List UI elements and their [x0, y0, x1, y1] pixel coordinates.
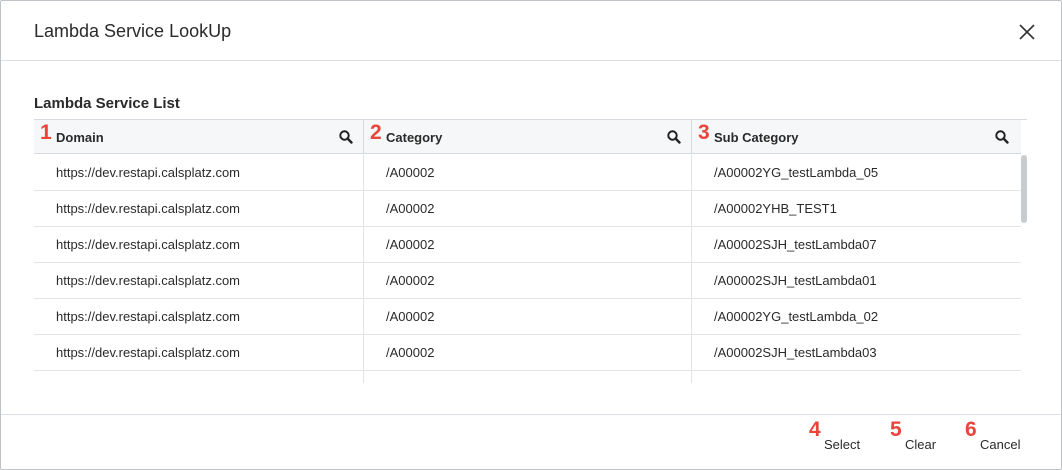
- table-row[interactable]: https://dev.restapi.calsplatz.com /A0000…: [34, 335, 1021, 371]
- cell-sub-category: /A00002SJH_testLambda01: [714, 273, 877, 288]
- lambda-service-lookup-dialog: Lambda Service LookUp Lambda Service Lis…: [0, 0, 1062, 470]
- column-header-category[interactable]: 2 Category: [364, 120, 692, 154]
- section-title: Lambda Service List: [34, 95, 180, 112]
- cell-category: /A00002: [364, 299, 692, 335]
- search-icon[interactable]: [994, 129, 1010, 145]
- cell-domain: https://dev.restapi.calsplatz.com: [34, 335, 364, 371]
- marker-number: 5: [890, 418, 902, 441]
- cell-sub-category: /A00002YG_testLambda_02: [714, 309, 879, 324]
- cell-sub-category: /A00002SJH_testLambda07: [714, 237, 877, 252]
- cell-domain: https://dev.restapi.calsplatz.com: [34, 263, 364, 299]
- table-row-partial[interactable]: [34, 371, 1021, 383]
- marker-number: 3: [698, 121, 710, 144]
- column-header-domain[interactable]: 1 Domain: [34, 120, 364, 154]
- cancel-button-label: Cancel: [980, 437, 1021, 452]
- cell-domain: https://dev.restapi.calsplatz.com: [34, 155, 364, 191]
- cell-domain: https://dev.restapi.calsplatz.com: [34, 299, 364, 335]
- marker-number: 1: [40, 121, 52, 144]
- grid-header: 1 Domain 2 Category 3 Sub Category: [34, 120, 1021, 154]
- marker-number: 2: [370, 121, 382, 144]
- cell-category: /A00002: [364, 263, 692, 299]
- scrollbar-thumb[interactable]: [1021, 155, 1027, 223]
- grid-body: https://dev.restapi.calsplatz.com /A0000…: [34, 155, 1021, 383]
- select-button[interactable]: 4 Select: [809, 415, 869, 465]
- table-row[interactable]: https://dev.restapi.calsplatz.com /A0000…: [34, 263, 1021, 299]
- dialog-footer: 4 Select 5 Clear 6 Cancel: [1, 414, 1061, 469]
- close-icon: [1019, 24, 1035, 40]
- column-header-sub-category[interactable]: 3 Sub Category: [692, 120, 1021, 154]
- cell-category: [364, 371, 692, 383]
- cell-category: /A00002: [364, 227, 692, 263]
- column-label-category: Category: [386, 130, 443, 145]
- lambda-service-grid: 1 Domain 2 Category 3 Sub Category https…: [34, 119, 1027, 383]
- select-button-label: Select: [824, 437, 861, 452]
- cell-sub-category: [692, 371, 1021, 383]
- clear-button-label: Clear: [905, 437, 937, 452]
- close-button[interactable]: [1017, 22, 1037, 42]
- marker-number: 6: [965, 418, 977, 441]
- cell-category: /A00002: [364, 335, 692, 371]
- cell-category: /A00002: [364, 191, 692, 227]
- cancel-button[interactable]: 6 Cancel: [965, 415, 1029, 465]
- cell-domain: https://dev.restapi.calsplatz.com: [34, 227, 364, 263]
- search-icon[interactable]: [666, 129, 682, 145]
- table-row[interactable]: https://dev.restapi.calsplatz.com /A0000…: [34, 191, 1021, 227]
- column-label-domain: Domain: [56, 130, 104, 145]
- table-row[interactable]: https://dev.restapi.calsplatz.com /A0000…: [34, 227, 1021, 263]
- vertical-scrollbar[interactable]: [1021, 155, 1027, 383]
- cell-domain: [34, 371, 364, 383]
- cell-category: /A00002: [364, 155, 692, 191]
- cell-sub-category: /A00002YHB_TEST1: [714, 201, 837, 216]
- marker-number: 4: [809, 418, 821, 441]
- clear-button[interactable]: 5 Clear: [890, 415, 945, 465]
- table-row[interactable]: https://dev.restapi.calsplatz.com /A0000…: [34, 299, 1021, 335]
- column-label-sub-category: Sub Category: [714, 130, 799, 145]
- search-icon[interactable]: [338, 129, 354, 145]
- cell-domain: https://dev.restapi.calsplatz.com: [34, 191, 364, 227]
- cell-sub-category: /A00002SJH_testLambda03: [714, 345, 877, 360]
- table-row[interactable]: https://dev.restapi.calsplatz.com /A0000…: [34, 155, 1021, 191]
- cell-sub-category: /A00002YG_testLambda_05: [714, 165, 879, 180]
- dialog-header: Lambda Service LookUp: [1, 1, 1061, 61]
- dialog-title: Lambda Service LookUp: [34, 21, 232, 41]
